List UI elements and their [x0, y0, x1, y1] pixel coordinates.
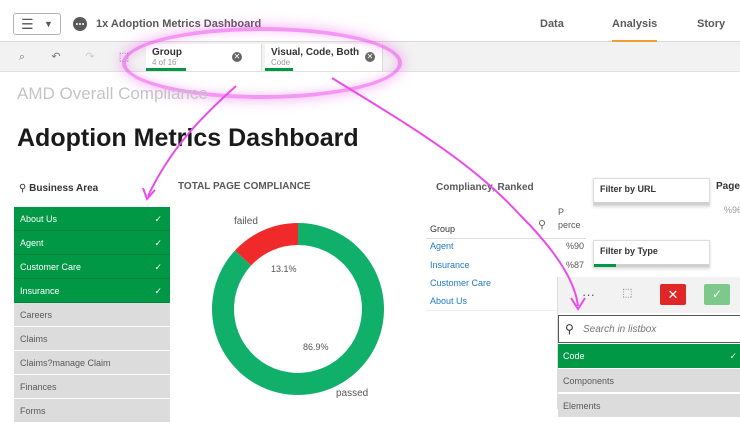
app-title: 1x Adoption Metrics Dashboard	[96, 18, 262, 30]
list-item-label: Claims	[20, 334, 48, 344]
caret-down-icon: ▼	[44, 19, 53, 29]
filter-title: Filter by Type	[600, 246, 658, 256]
clear-selections-icon[interactable]: ⬚	[116, 50, 132, 64]
search-icon[interactable]: ⚲	[538, 218, 546, 231]
list-item[interactable]: Components	[558, 369, 740, 393]
table-row[interactable]: About Us	[430, 296, 467, 306]
check-icon: ✓	[154, 286, 162, 296]
search-icon: ⚲	[565, 322, 574, 336]
listbox-search-input[interactable]	[583, 321, 733, 337]
list-item-label: Elements	[563, 401, 601, 411]
search-icon: ⚲	[19, 183, 27, 194]
chip-progress-bar	[146, 68, 186, 71]
compliance-donut-chart[interactable]	[178, 196, 398, 409]
chip-progress-bar	[265, 68, 293, 71]
failed-value-label: 13.1%	[271, 264, 297, 274]
list-item-label: Components	[563, 376, 615, 386]
list-item[interactable]: Customer Care ✓	[14, 255, 170, 279]
filter-bar	[594, 202, 709, 205]
table-cell: %90	[566, 241, 585, 251]
chip-subtitle: Code	[271, 58, 291, 67]
chip-subtitle: 4 of 16	[152, 58, 177, 67]
list-item[interactable]: Elements	[558, 394, 740, 418]
table-row[interactable]: Insurance	[430, 260, 470, 270]
list-item[interactable]: Forms	[14, 399, 170, 423]
selection-chip-visual-code[interactable]: Visual, Code, Both Code ✕	[265, 44, 383, 71]
list-item-label: Careers	[20, 310, 53, 320]
column-header-percent[interactable]: P perce	[558, 206, 588, 232]
table-cell: %87	[566, 260, 585, 270]
selection-chip-group[interactable]: Group 4 of 16 ✕	[146, 44, 262, 71]
list-item[interactable]: About Us ✓	[14, 207, 170, 231]
donut-slice-failed[interactable]	[234, 223, 298, 266]
tab-analysis[interactable]: Analysis	[612, 18, 658, 42]
step-back-icon[interactable]: ↶	[48, 50, 64, 64]
chip-title: Group	[152, 47, 182, 58]
column-header-group[interactable]: Group	[430, 224, 455, 234]
close-icon[interactable]: ✕	[365, 52, 375, 62]
listbox-search[interactable]: ⚲	[558, 315, 740, 343]
list-item[interactable]: Careers	[14, 303, 170, 327]
tab-story[interactable]: Story	[697, 18, 725, 30]
divider	[426, 238, 586, 239]
filter-by-url[interactable]: Filter by URL	[593, 178, 710, 206]
chip-title: Visual, Code, Both	[271, 47, 360, 58]
confirm-selection-button[interactable]: ✓	[704, 284, 730, 305]
ranked-table-title: Compliancy, Ranked	[436, 182, 534, 193]
listbox-popup: ··· ⬚ ✕ ✓ ⚲ Code ✓ Components Elements	[557, 277, 740, 418]
list-item-label: Claims?manage Claim	[20, 358, 111, 368]
page-kpi-title: Page	[716, 181, 740, 192]
filter-by-type[interactable]: Filter by Type	[593, 240, 710, 268]
check-icon: ✓	[154, 262, 162, 272]
page-kpi-value: %96	[724, 205, 740, 215]
close-icon[interactable]: ✕	[232, 52, 242, 62]
list-item-label: Code	[563, 351, 585, 361]
business-area-header[interactable]: ⚲ Business Area	[19, 183, 98, 194]
list-item-label: Insurance	[20, 286, 60, 296]
check-icon: ✓	[729, 351, 737, 361]
table-row[interactable]: Customer Care	[430, 278, 491, 288]
filter-title: Filter by URL	[600, 184, 657, 194]
list-item-label: Agent	[20, 238, 44, 248]
list-item-label: Forms	[20, 406, 46, 416]
selections-toolbar: ⌕ ↶ ↷ ⬚ Group 4 of 16 ✕ Visual, Code, Bo…	[0, 42, 740, 72]
hamburger-icon: ☰	[21, 16, 34, 32]
cancel-selection-button[interactable]: ✕	[660, 284, 686, 305]
page-title: Adoption Metrics Dashboard	[17, 124, 359, 152]
business-area-list: About Us ✓ Agent ✓ Customer Care ✓ Insurance ✓ C…	[14, 207, 170, 423]
list-item-label: About Us	[20, 214, 58, 224]
list-item[interactable]: Code ✓	[558, 344, 740, 368]
list-item-label: Customer Care	[20, 262, 82, 272]
table-row[interactable]: Agent	[430, 241, 454, 251]
lasso-select-icon[interactable]: ⬚	[622, 286, 632, 299]
list-item[interactable]: Claims	[14, 327, 170, 351]
check-icon: ✓	[154, 238, 162, 248]
tab-data[interactable]: Data	[540, 18, 564, 30]
app-icon	[73, 17, 87, 31]
arrowhead	[142, 187, 156, 201]
sheet-subtitle: AMD Overall Compliance	[17, 84, 208, 103]
business-area-label: Business Area	[29, 183, 99, 194]
more-options-icon[interactable]: ···	[582, 287, 595, 302]
filter-bar-selected	[594, 264, 616, 267]
smart-search-icon[interactable]: ⌕	[14, 50, 30, 64]
menu-button[interactable]: ☰ ▼	[13, 13, 61, 35]
list-item[interactable]: Claims?manage Claim	[14, 351, 170, 375]
listbox-toolbar: ··· ⬚ ✕ ✓	[558, 277, 740, 313]
failed-category-label: failed	[234, 216, 258, 227]
check-icon: ✓	[154, 214, 162, 224]
step-forward-icon[interactable]: ↷	[82, 50, 98, 64]
pie-chart-title: TOTAL PAGE COMPLIANCE	[178, 181, 311, 192]
list-item[interactable]: Agent ✓	[14, 231, 170, 255]
list-item[interactable]: Finances	[14, 375, 170, 399]
list-item[interactable]: Insurance ✓	[14, 279, 170, 303]
passed-category-label: passed	[336, 388, 369, 399]
top-bar: ☰ ▼ 1x Adoption Metrics Dashboard Data An…	[0, 0, 740, 42]
list-item-label: Finances	[20, 382, 57, 392]
passed-value-label: 86.9%	[303, 342, 329, 352]
